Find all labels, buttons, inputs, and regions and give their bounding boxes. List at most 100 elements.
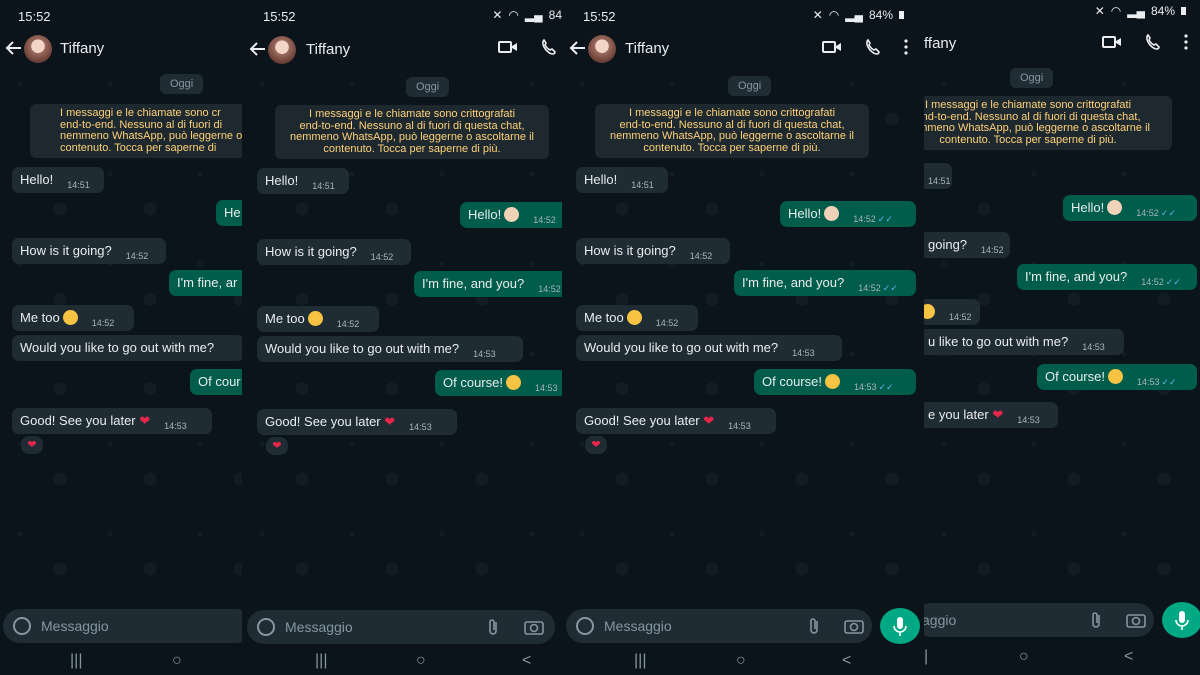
message-bubble[interactable]: e you later ❤ 14:53 xyxy=(924,402,1058,428)
encryption-notice[interactable]: I messaggi e le chiamate sono crittograf… xyxy=(924,96,1172,150)
message-bubble[interactable]: going? 14:52 xyxy=(924,232,1010,258)
message-bubble[interactable]: Good! See you later ❤ 14:53 xyxy=(12,408,212,434)
recents-button[interactable]: | xyxy=(924,648,928,666)
mic-button[interactable] xyxy=(1162,602,1200,638)
message-bubble[interactable]: Would you like to go out with me? xyxy=(12,335,242,361)
message-input-bar[interactable]: Messaggio xyxy=(566,609,872,643)
back-arrow-icon[interactable] xyxy=(568,38,588,58)
attach-icon[interactable] xyxy=(487,618,501,636)
home-button[interactable]: ○ xyxy=(1019,648,1029,666)
red-heart-icon: ❤ xyxy=(384,414,396,429)
recents-button[interactable]: ||| xyxy=(634,652,646,670)
message-bubble[interactable]: I'm fine, and you? 14:52 xyxy=(414,271,562,297)
camera-icon[interactable] xyxy=(844,617,864,635)
message-input[interactable]: Messaggio xyxy=(285,619,353,635)
emoji-icon[interactable] xyxy=(576,617,594,635)
read-ticks-icon: ✓✓ xyxy=(882,283,898,293)
message-bubble[interactable]: Of course! 14:53 ✓✓ xyxy=(1037,364,1197,390)
message-bubble[interactable]: Of course! 14:53 ✓✓ xyxy=(754,369,916,395)
emoji-icon[interactable] xyxy=(257,618,275,636)
message-bubble[interactable]: Hello! 14:51 xyxy=(576,167,668,193)
status-bar: 15:52 xyxy=(0,0,242,32)
chat-panel-2: 15:52 ✕ ◠ ▂▄ 84 Tiffany Oggi I messaggi … xyxy=(242,0,562,675)
message-bubble[interactable]: Me too 14:52 xyxy=(257,306,379,332)
message-bubble[interactable]: Me too 14:52 xyxy=(576,305,698,331)
video-call-icon[interactable] xyxy=(498,39,518,55)
reaction-heart[interactable]: ❤ xyxy=(584,435,608,455)
contact-name[interactable]: Tiffany xyxy=(60,40,104,57)
mute-icon: ✕ xyxy=(812,8,823,22)
home-button[interactable]: ○ xyxy=(172,652,182,670)
camera-icon[interactable] xyxy=(1126,611,1146,629)
reaction-heart[interactable]: ❤ xyxy=(265,436,289,456)
status-time: 15:52 xyxy=(18,9,51,24)
avatar[interactable] xyxy=(588,35,616,63)
message-bubble[interactable]: u like to go out with me? 14:53 xyxy=(924,329,1124,355)
message-bubble[interactable]: Hello! 14:51 xyxy=(12,167,104,193)
home-button[interactable]: ○ xyxy=(416,652,426,670)
mic-icon xyxy=(1175,611,1189,630)
more-options-icon[interactable] xyxy=(904,39,908,55)
message-bubble[interactable]: Of cour xyxy=(190,369,242,395)
smiling-face-with-hearts-icon xyxy=(307,311,323,326)
message-input-bar[interactable]: Messaggio xyxy=(247,610,555,644)
video-call-icon[interactable] xyxy=(822,39,842,55)
message-bubble[interactable]: Hello! 14:51 xyxy=(257,168,349,194)
attach-icon[interactable] xyxy=(808,617,822,635)
voice-call-icon[interactable] xyxy=(1144,33,1162,51)
back-button[interactable]: < xyxy=(522,652,531,670)
recents-button[interactable]: ||| xyxy=(315,652,327,670)
emoji-icon[interactable] xyxy=(13,617,31,635)
message-input[interactable]: Messaggio xyxy=(41,618,109,634)
signal-icon: ▂▄ xyxy=(524,8,543,22)
avatar[interactable] xyxy=(24,35,52,63)
reaction-heart[interactable]: ❤ xyxy=(20,435,44,455)
back-arrow-icon[interactable] xyxy=(4,38,24,58)
mic-button[interactable] xyxy=(880,608,920,644)
message-bubble[interactable]: How is it going? 14:52 xyxy=(257,239,411,265)
encryption-notice[interactable]: I messaggi e le chiamate sono cr end-to-… xyxy=(30,104,242,158)
message-bubble[interactable]: Of course! 14:53 xyxy=(435,370,562,396)
message-bubble[interactable]: Me too 14:52 xyxy=(12,305,134,331)
avatar[interactable] xyxy=(268,36,296,64)
recents-button[interactable]: ||| xyxy=(70,652,82,670)
camera-icon[interactable] xyxy=(524,618,544,636)
back-button[interactable]: < xyxy=(842,652,851,670)
message-bubble[interactable]: Good! See you later ❤ 14:53 xyxy=(576,408,776,434)
contact-name[interactable]: Tiffany xyxy=(306,41,350,58)
message-input-bar[interactable]: Messaggio xyxy=(3,609,242,643)
attach-icon[interactable] xyxy=(1090,611,1104,629)
message-bubble[interactable]: Good! See you later ❤ 14:53 xyxy=(257,409,457,435)
encryption-notice[interactable]: I messaggi e le chiamate sono crittograf… xyxy=(595,104,869,158)
message-bubble[interactable]: Would you like to go out with me? 14:53 xyxy=(576,335,842,361)
message-bubble[interactable]: He xyxy=(216,200,242,226)
message-bubble[interactable]: Hello! 14:52 ✓✓ xyxy=(1063,195,1197,221)
contact-name[interactable]: ffany xyxy=(924,35,956,52)
voice-call-icon[interactable] xyxy=(864,38,882,56)
message-bubble[interactable]: How is it going? 14:52 xyxy=(576,238,730,264)
message-input[interactable]: Messaggio xyxy=(604,618,672,634)
chat-header: Tiffany xyxy=(562,30,924,66)
back-button[interactable]: < xyxy=(1124,648,1133,666)
video-call-icon[interactable] xyxy=(1102,34,1122,50)
message-bubble[interactable]: How is it going? 14:52 xyxy=(12,238,166,264)
message-input[interactable]: aggio xyxy=(924,612,956,628)
contact-name[interactable]: Tiffany xyxy=(625,40,669,57)
more-options-icon[interactable] xyxy=(1184,34,1188,50)
chat-panel-3: 15:52 ✕ ◠ ▂▄ 84% Tiffany Oggi I messaggi… xyxy=(562,0,924,675)
message-bubble[interactable]: I'm fine, and you? 14:52 ✓✓ xyxy=(734,270,916,296)
message-bubble[interactable]: Would you like to go out with me? 14:53 xyxy=(257,336,523,362)
message-input-bar[interactable]: aggio xyxy=(924,603,1154,637)
message-bubble[interactable]: 14:52 xyxy=(924,299,980,325)
message-bubble[interactable]: I'm fine, and you? 14:52 ✓✓ xyxy=(1017,264,1197,290)
wifi-icon: ◠ xyxy=(1110,4,1122,18)
message-bubble[interactable]: Hello! 14:52 xyxy=(460,202,562,228)
message-bubble[interactable]: I'm fine, ar xyxy=(169,270,242,296)
voice-call-icon[interactable] xyxy=(540,38,558,56)
home-button[interactable]: ○ xyxy=(736,652,746,670)
smiling-face-with-hearts-icon xyxy=(924,304,935,319)
encryption-notice[interactable]: I messaggi e le chiamate sono crittograf… xyxy=(275,105,549,159)
back-arrow-icon[interactable] xyxy=(248,39,268,59)
message-bubble[interactable]: 14:51 xyxy=(924,163,952,189)
message-bubble[interactable]: Hello! 14:52 ✓✓ xyxy=(780,201,916,227)
